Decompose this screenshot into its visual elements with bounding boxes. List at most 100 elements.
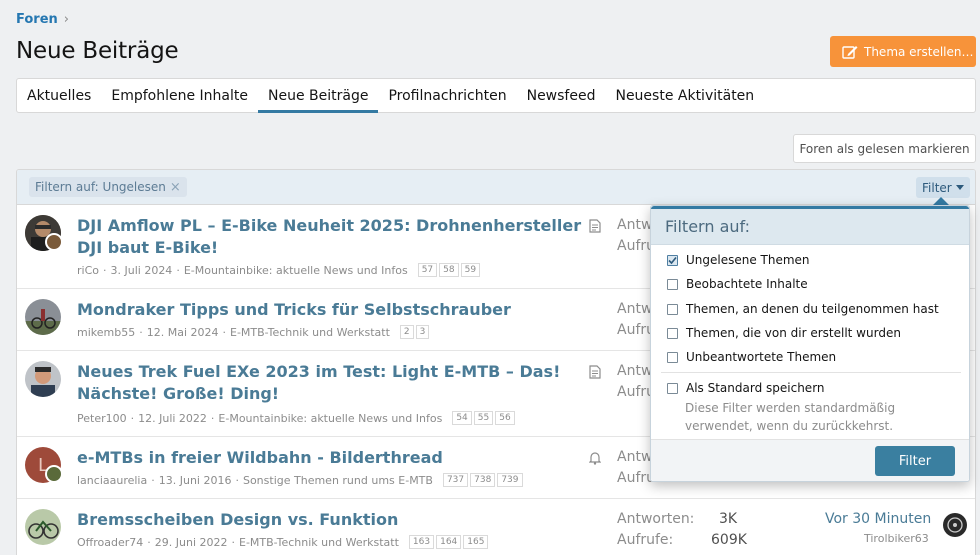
view-count-value: 609K [711, 532, 747, 548]
last-post-user[interactable]: Tirolbiker63 [864, 532, 929, 545]
page-link[interactable]: 58 [439, 263, 459, 277]
checkbox[interactable] [667, 303, 678, 315]
filter-option-participated[interactable]: Themen, an denen du teilgenommen hast [667, 302, 939, 316]
thread-title[interactable]: Neues Trek Fuel EXe 2023 im Test: Light … [77, 361, 587, 405]
thread-date[interactable]: 12. Mai 2024 [147, 326, 219, 339]
save-default-option[interactable]: Als Standard speichern [667, 381, 825, 395]
reply-count-value: 3K [719, 511, 738, 527]
mark-forums-read-button[interactable]: Foren als gelesen markieren [793, 134, 976, 163]
page-link[interactable]: 165 [463, 535, 489, 549]
tab-bar: Aktuelles Empfohlene Inhalte Neue Beiträ… [16, 78, 976, 113]
view-count-label: Aufrufe: [617, 532, 674, 548]
thread-date[interactable]: 29. Juni 2022 [155, 536, 228, 549]
last-poster-avatar[interactable] [45, 233, 63, 251]
avatar[interactable] [25, 509, 61, 545]
checkbox[interactable] [667, 278, 678, 290]
remove-filter-icon[interactable]: × [170, 180, 181, 195]
divider [661, 372, 961, 373]
filter-option-started[interactable]: Themen, die von dir erstellt wurden [667, 326, 901, 340]
thread-meta: mikemb55 · 12. Mai 2024 · E-MTB-Technik un… [77, 325, 430, 339]
thread-meta: Peter100 · 12. Juli 2022 · E-Mountainbike:… [77, 411, 515, 425]
thread-forum[interactable]: E-MTB-Technik und Werkstatt [239, 536, 399, 549]
checkbox-checked[interactable] [667, 254, 678, 266]
thread-author[interactable]: mikemb55 [77, 326, 135, 339]
thread-title[interactable]: Mondraker Tipps und Tricks für Selbstsch… [77, 299, 587, 321]
thread-meta: Offroader74 · 29. Juni 2022 · E-MTB-Techni… [77, 535, 489, 549]
apply-filter-button[interactable]: Filter [875, 446, 955, 476]
reply-count-label: Antw [617, 301, 653, 317]
chevron-right-icon: › [63, 12, 69, 27]
last-post-time[interactable]: Vor 30 Minuten [825, 511, 931, 527]
page-link[interactable]: 59 [460, 263, 481, 277]
page-link[interactable]: 54 [452, 411, 472, 425]
edit-icon [842, 45, 858, 59]
thread-author[interactable]: riCo [77, 264, 99, 277]
caret-down-icon [955, 185, 964, 190]
active-filter-label: Filtern auf: Ungelesen [35, 180, 166, 194]
avatar[interactable] [25, 361, 61, 397]
reply-count-label: Antw [617, 217, 653, 233]
page-link[interactable]: 739 [497, 473, 523, 487]
thread-date[interactable]: 13. Juni 2016 [159, 474, 232, 487]
page-link[interactable]: 2 [399, 325, 414, 339]
save-default-description: Diese Filter werden standardmäßig verwen… [685, 401, 896, 433]
page-link[interactable]: 737 [442, 473, 469, 487]
filter-option-unanswered[interactable]: Unbeantwortete Themen [667, 350, 836, 364]
bell-icon [589, 452, 601, 465]
thread-author[interactable]: lanciaaurelia [77, 474, 147, 487]
thread-author[interactable]: Offroader74 [77, 536, 143, 549]
thread-forum[interactable]: E-Mountainbike: aktuelle News und Infos [184, 264, 408, 277]
last-poster-avatar[interactable] [45, 465, 63, 483]
thread-author[interactable]: Peter100 [77, 412, 127, 425]
thread-title[interactable]: Bremsscheiben Design vs. Funktion [77, 509, 587, 531]
last-poster-avatar[interactable] [943, 513, 967, 537]
page-link[interactable]: 738 [470, 473, 496, 487]
thread-title[interactable]: DJI Amflow PL – E-Bike Neuheit 2025: Dro… [77, 215, 587, 259]
filter-option-label: Ungelesene Themen [686, 253, 810, 267]
page-link[interactable]: 57 [417, 263, 438, 277]
tab-profilnachrichten[interactable]: Profilnachrichten [378, 79, 516, 112]
tab-empfohlene-inhalte[interactable]: Empfohlene Inhalte [101, 79, 258, 112]
thread-row[interactable]: Bremsscheiben Design vs. Funktion Offroa… [17, 499, 975, 555]
save-default-label: Als Standard speichern [686, 381, 825, 395]
document-icon [589, 365, 601, 379]
page-link[interactable]: 164 [436, 535, 462, 549]
check-icon [668, 256, 677, 264]
filter-option-label: Themen, die von dir erstellt wurden [686, 326, 901, 340]
page-link[interactable]: 56 [495, 411, 515, 425]
thread-forum[interactable]: E-MTB-Technik und Werkstatt [230, 326, 390, 339]
filter-option-unread[interactable]: Ungelesene Themen [667, 253, 810, 267]
thread-title[interactable]: e-MTBs in freier Wildbahn - Bilderthread [77, 447, 587, 469]
filter-menu: Filtern auf: Ungelesene Themen Beobachte… [650, 205, 970, 482]
tab-newsfeed[interactable]: Newsfeed [517, 79, 606, 112]
reply-count-label: Antw [617, 449, 653, 465]
checkbox[interactable] [667, 382, 678, 394]
filter-menu-title: Filtern auf: [651, 209, 969, 245]
filter-option-label: Unbeantwortete Themen [686, 350, 837, 364]
thread-forum[interactable]: E-Mountainbike: aktuelle News und Infos [218, 412, 442, 425]
page-link[interactable]: 163 [408, 535, 435, 549]
tab-neue-beitraege[interactable]: Neue Beiträge [257, 79, 379, 113]
checkbox[interactable] [667, 351, 678, 363]
reply-count-label: Antworten: [617, 511, 695, 527]
new-thread-button[interactable]: Thema erstellen… [830, 36, 976, 67]
tab-neueste-aktivitaeten[interactable]: Neueste Aktivitäten [605, 79, 764, 112]
document-icon [589, 219, 601, 233]
filter-option-watched[interactable]: Beobachtete Inhalte [667, 277, 808, 291]
breadcrumb[interactable]: Foren › [16, 12, 69, 27]
thread-meta: riCo · 3. Juli 2024 · E-Mountainbike: aktu… [77, 263, 481, 277]
filter-menu-footer: Filter [651, 439, 969, 481]
tab-aktuelles[interactable]: Aktuelles [17, 79, 101, 112]
filter-dropdown-button[interactable]: Filter [916, 177, 970, 198]
active-filter-chip[interactable]: Filtern auf: Ungelesen × [29, 177, 187, 197]
thread-date[interactable]: 3. Juli 2024 [111, 264, 173, 277]
page-link[interactable]: 3 [415, 325, 430, 339]
filter-option-label: Beobachtete Inhalte [686, 277, 808, 291]
breadcrumb-forums-link[interactable]: Foren [16, 12, 58, 27]
thread-date[interactable]: 12. Juli 2022 [138, 412, 207, 425]
page-link[interactable]: 55 [473, 411, 494, 425]
filter-button-label: Filter [922, 180, 952, 195]
thread-forum[interactable]: Sonstige Themen rund ums E-MTB [243, 474, 433, 487]
avatar[interactable] [25, 299, 61, 335]
checkbox[interactable] [667, 327, 678, 339]
